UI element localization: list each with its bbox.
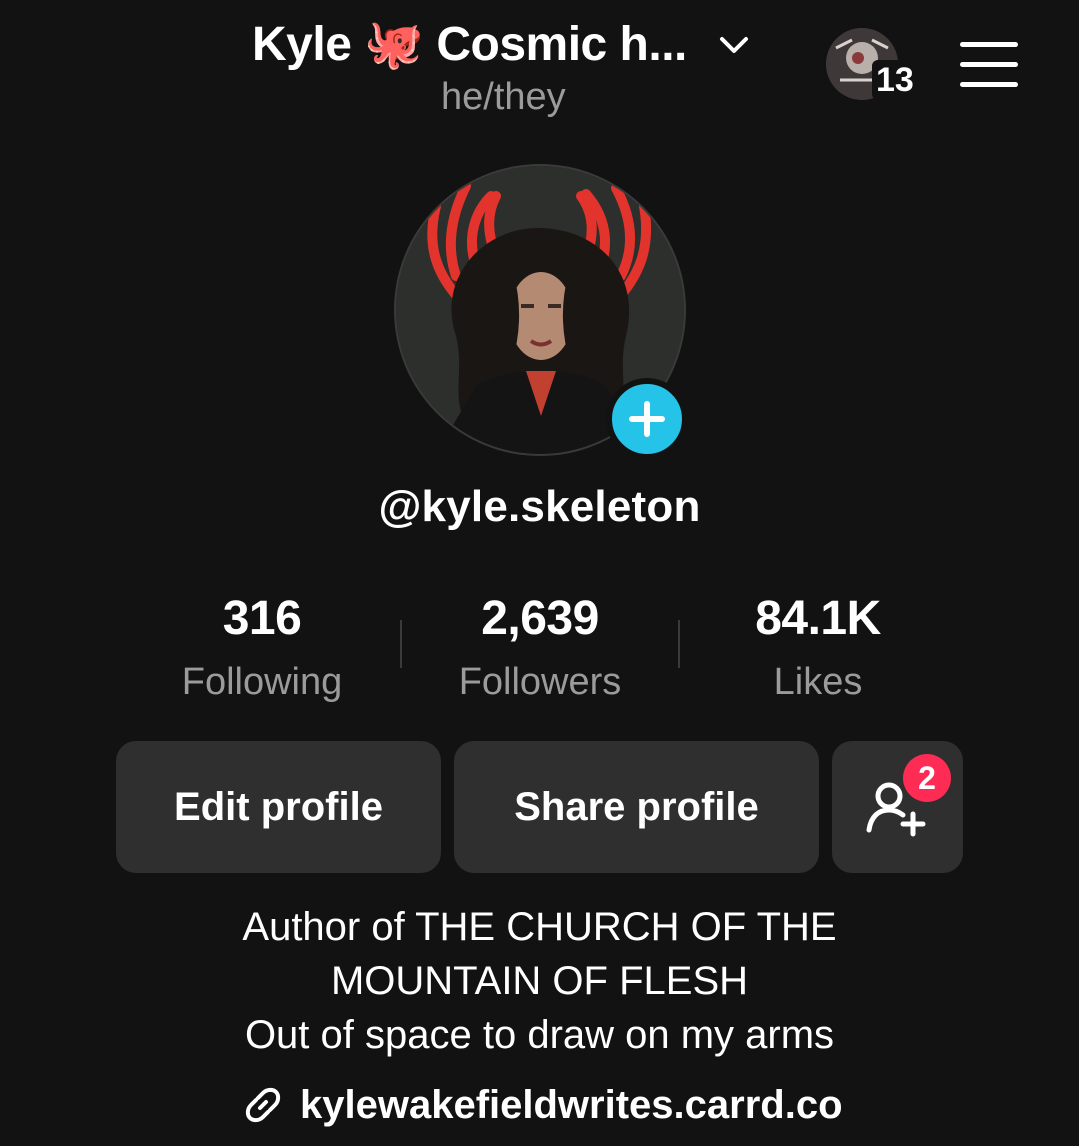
edit-profile-button[interactable]: Edit profile [116, 741, 441, 873]
story-count-badge: 13 [872, 60, 918, 100]
bio-line: Author of THE CHURCH OF THE [242, 905, 837, 949]
stat-divider [678, 620, 680, 668]
stat-followers-value: 2,639 [481, 592, 599, 645]
stat-likes[interactable]: 84.1K Likes [688, 590, 948, 704]
display-name: Kyle 🐙 Cosmic h... [252, 18, 687, 71]
stat-following-value: 316 [222, 592, 302, 645]
hamburger-menu-icon[interactable] [960, 42, 1018, 88]
profile-link[interactable]: kylewakefieldwrites.carrd.co [240, 1082, 843, 1128]
edit-profile-label: Edit profile [174, 784, 383, 829]
chevron-down-icon [719, 37, 748, 53]
username: @kyle.skeleton [378, 482, 701, 531]
stat-followers-label: Followers [458, 661, 622, 703]
bio-line: MOUNTAIN OF FLESH [330, 959, 749, 1003]
stat-following-label: Following [181, 661, 343, 703]
stat-following[interactable]: 316 Following [132, 590, 392, 704]
pronouns: he/they [441, 76, 566, 118]
stat-likes-label: Likes [773, 661, 863, 703]
share-profile-button[interactable]: Share profile [454, 741, 819, 873]
add-story-button[interactable] [606, 378, 688, 460]
stat-divider [400, 620, 402, 668]
bio: Author of THE CHURCH OF THE MOUNTAIN OF … [0, 900, 1079, 1062]
add-friends-badge: 2 [903, 754, 951, 802]
account-switcher[interactable]: Kyle 🐙 Cosmic h... [252, 16, 751, 74]
profile-header: Kyle 🐙 Cosmic h... he/they 13 [0, 0, 1079, 140]
stat-likes-value: 84.1K [755, 592, 881, 645]
bio-line: Out of space to draw on my arms [244, 1013, 835, 1057]
link-icon [245, 1087, 281, 1123]
plus-icon [629, 401, 665, 437]
profile-link-url: kylewakefieldwrites.carrd.co [300, 1082, 843, 1127]
stat-followers[interactable]: 2,639 Followers [410, 590, 670, 704]
share-profile-label: Share profile [514, 784, 759, 829]
